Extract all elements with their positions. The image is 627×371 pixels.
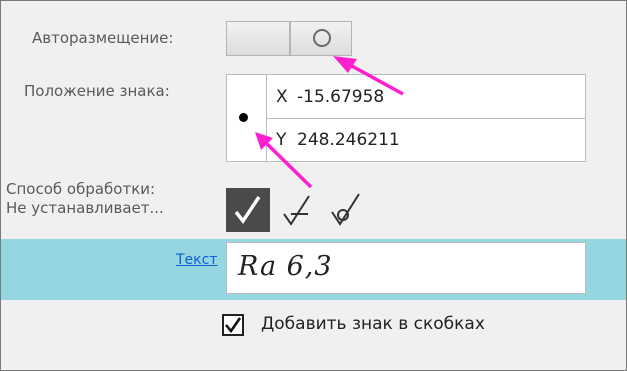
processing-any-button[interactable] bbox=[226, 188, 270, 232]
brackets-label: Добавить знак в скобках bbox=[261, 314, 485, 334]
check-icon bbox=[234, 196, 261, 224]
circle-icon bbox=[313, 29, 331, 47]
processing-removal-button[interactable] bbox=[279, 188, 323, 232]
text-row: Текст Ra 6,3 bbox=[1, 239, 626, 300]
autoplacement-off-button[interactable] bbox=[226, 21, 290, 56]
arrow-head-top bbox=[333, 56, 357, 73]
processing-label: Способ обработки: bbox=[6, 180, 156, 198]
y-coordinate-field[interactable]: Y 248.246211 bbox=[266, 118, 586, 162]
y-coordinate-value: 248.246211 bbox=[297, 130, 400, 150]
x-axis-label: X bbox=[276, 87, 288, 107]
autoplacement-on-button[interactable] bbox=[290, 21, 352, 56]
x-coordinate-value: -15.67958 bbox=[297, 87, 385, 107]
roughness-no-removal-icon bbox=[331, 193, 360, 226]
y-axis-label: Y bbox=[276, 130, 287, 150]
autoplacement-label: Авторазмещение: bbox=[32, 29, 174, 47]
x-coordinate-field[interactable]: X -15.67958 bbox=[266, 74, 586, 119]
brackets-checkbox[interactable] bbox=[222, 314, 244, 336]
checkmark-icon bbox=[225, 317, 242, 334]
processing-no-removal-button[interactable] bbox=[327, 188, 371, 232]
anchor-point-selector[interactable] bbox=[226, 74, 267, 162]
text-input[interactable]: Ra 6,3 bbox=[226, 242, 586, 294]
position-label: Положение знака: bbox=[24, 82, 170, 100]
text-value: Ra 6,3 bbox=[238, 251, 333, 282]
anchor-dot-icon bbox=[239, 113, 248, 122]
processing-status: Не устанавливает... bbox=[6, 199, 164, 217]
text-link[interactable]: Текст bbox=[176, 252, 217, 268]
properties-panel: Авторазмещение: Положение знака: X -15.6… bbox=[0, 0, 627, 371]
roughness-removal-icon bbox=[283, 195, 310, 226]
